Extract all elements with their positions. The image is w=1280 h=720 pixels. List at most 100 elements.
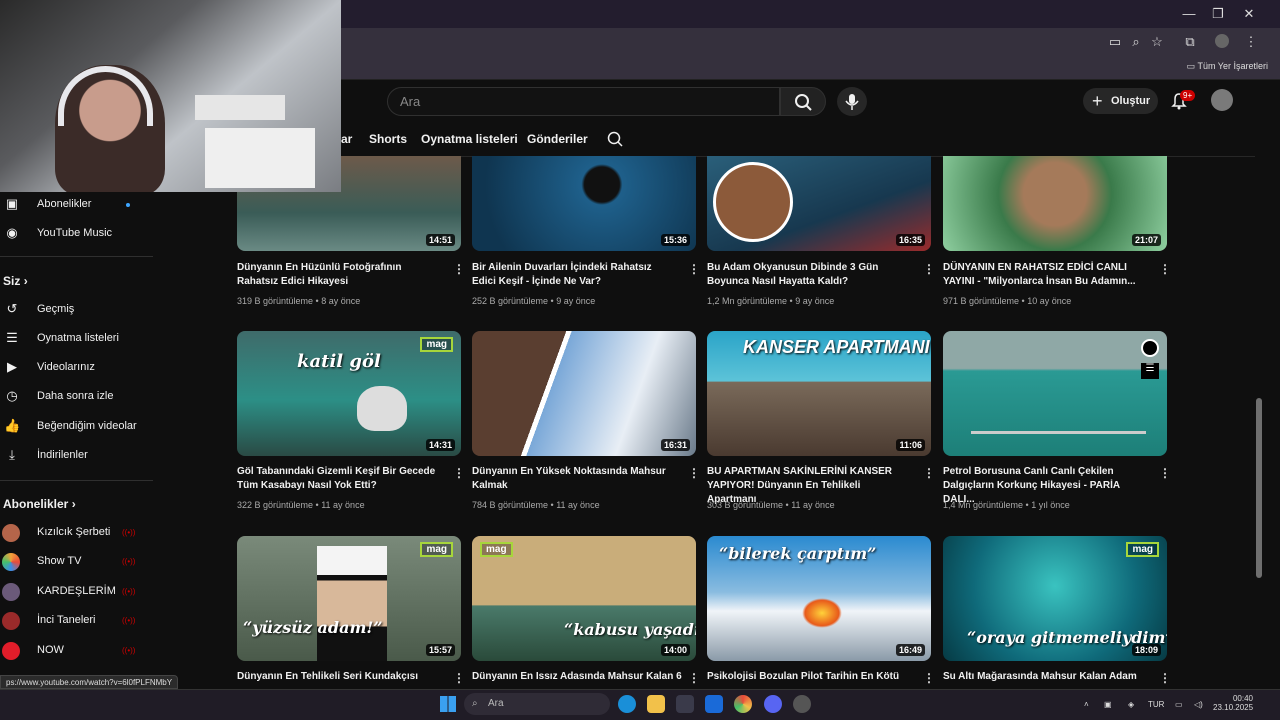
store-icon[interactable]: [676, 695, 694, 713]
video-thumbnail[interactable]: 21:07: [943, 156, 1167, 251]
more-actions-icon[interactable]: ⋮: [688, 671, 700, 685]
sidebar-item-your-videos[interactable]: ▶ Videolarınız: [0, 357, 155, 379]
taskbar-search[interactable]: ⌕ Ara: [464, 693, 610, 715]
extensions-icon[interactable]: ⧉: [1181, 34, 1199, 50]
edge-icon[interactable]: [618, 695, 636, 713]
watch-later-hover-icon[interactable]: [1141, 339, 1159, 357]
video-card[interactable]: “yüzsüz adam!” mag 15:57 Dünyanın En Teh…: [237, 536, 473, 686]
video-card[interactable]: 16:31 Dünyanın En Yüksek Noktasında Mahs…: [472, 331, 708, 521]
all-bookmarks-link[interactable]: ▭ Tüm Yer İşaretleri: [1187, 61, 1268, 72]
video-thumbnail[interactable]: 15:36: [472, 156, 696, 251]
tray-app-icon[interactable]: ◈: [1128, 700, 1134, 709]
video-thumbnail[interactable]: ☰: [943, 331, 1167, 456]
close-window-button[interactable]: ✕: [1235, 4, 1263, 24]
video-thumbnail[interactable]: “yüzsüz adam!” mag 15:57: [237, 536, 461, 661]
clock[interactable]: 00:40 23.10.2025: [1213, 694, 1253, 712]
video-title[interactable]: Psikolojisi Bozulan Pilot Tarihin En Köt…: [707, 670, 912, 684]
clock-time: 00:40: [1232, 694, 1253, 703]
create-button[interactable]: + Oluştur: [1083, 88, 1158, 114]
cast-icon[interactable]: ▭: [1106, 34, 1124, 50]
video-title[interactable]: DÜNYANIN EN RAHATSIZ EDİCİ CANLI YAYINI …: [943, 261, 1148, 289]
browser-menu-icon[interactable]: ⋮: [1242, 34, 1260, 50]
more-actions-icon[interactable]: ⋮: [923, 262, 935, 276]
video-title[interactable]: Göl Tabanındaki Gizemli Keşif Bir Gecede…: [237, 465, 442, 493]
voice-search-button[interactable]: [837, 87, 867, 116]
video-card[interactable]: “oraya gitmemeliydim” mag 18:09 Su Altı …: [943, 536, 1179, 686]
sidebar-item-liked[interactable]: 👍 Beğendiğim videolar: [0, 416, 155, 438]
video-thumbnail[interactable]: katil göl mag 14:31: [237, 331, 461, 456]
more-actions-icon[interactable]: ⋮: [453, 671, 465, 685]
outlook-icon[interactable]: [705, 695, 723, 713]
tray-chevron-icon[interactable]: ˄: [1084, 700, 1089, 709]
search-input[interactable]: Ara: [387, 87, 780, 116]
video-title[interactable]: Dünyanın En Hüzünlü Fotoğrafının Rahatsı…: [237, 261, 442, 289]
video-card[interactable]: “kabusu yaşadılar” mag 14:00 Dünyanın En…: [472, 536, 708, 686]
sidebar-item-youtube-music[interactable]: ◉ YouTube Music: [0, 223, 155, 245]
video-title[interactable]: Dünyanın En Tehlikeli Seri Kundakçısı: [237, 670, 442, 684]
file-explorer-icon[interactable]: [647, 695, 665, 713]
more-actions-icon[interactable]: ⋮: [688, 466, 700, 480]
search-button[interactable]: [780, 87, 826, 116]
more-actions-icon[interactable]: ⋮: [453, 466, 465, 480]
sidebar-item-watch-later[interactable]: ◷ Daha sonra izle: [0, 386, 155, 408]
video-thumbnail[interactable]: “kabusu yaşadılar” mag 14:00: [472, 536, 696, 661]
more-actions-icon[interactable]: ⋮: [453, 262, 465, 276]
account-avatar[interactable]: [1211, 89, 1233, 111]
profile-avatar[interactable]: [1215, 34, 1229, 48]
sidebar-sub-kizilcik-serbeti[interactable]: Kızılcık Şerbeti ((•)): [0, 522, 155, 544]
video-title[interactable]: Dünyanın En Yüksek Noktasında Mahsur Kal…: [472, 465, 677, 493]
channel-search-button[interactable]: [606, 130, 624, 148]
sidebar-sub-show-tv[interactable]: Show TV ((•)): [0, 551, 155, 573]
more-actions-icon[interactable]: ⋮: [1159, 671, 1171, 685]
tab-playlists[interactable]: Oynatma listeleri: [421, 132, 518, 146]
sidebar-sub-now[interactable]: NOW ((•)): [0, 640, 155, 662]
page-scrollbar[interactable]: [1256, 398, 1262, 578]
tab-posts[interactable]: Gönderiler: [527, 132, 588, 146]
sidebar-sub-inci-taneleri[interactable]: İnci Taneleri ((•)): [0, 610, 155, 632]
tab-home[interactable]: ar: [341, 132, 352, 146]
sidebar-item-playlists[interactable]: ☰ Oynatma listeleri: [0, 328, 155, 350]
video-title[interactable]: Bu Adam Okyanusun Dibinde 3 Gün Boyunca …: [707, 261, 912, 289]
video-card[interactable]: “bilerek çarptım” 16:49 Psikolojisi Bozu…: [707, 536, 943, 686]
input-language[interactable]: TUR: [1148, 700, 1164, 709]
video-thumbnail[interactable]: KANSER APARTMANI 11:06: [707, 331, 931, 456]
duration-badge: 11:06: [896, 439, 925, 451]
sidebar-subscriptions-header[interactable]: Abonelikler ›: [3, 497, 76, 511]
start-button[interactable]: [440, 696, 456, 712]
video-card[interactable]: 16:35 Bu Adam Okyanusun Dibinde 3 Gün Bo…: [707, 156, 943, 346]
sidebar-sub-kardeslerim[interactable]: KARDEŞLERİM ((•)): [0, 581, 155, 603]
video-card[interactable]: KANSER APARTMANI 11:06 BU APARTMAN SAKİN…: [707, 331, 943, 521]
discord-icon[interactable]: [764, 695, 782, 713]
video-thumbnail[interactable]: 16:35: [707, 156, 931, 251]
video-thumbnail[interactable]: “bilerek çarptım” 16:49: [707, 536, 931, 661]
video-card[interactable]: katil göl mag 14:31 Göl Tabanındaki Gize…: [237, 331, 473, 521]
video-title[interactable]: Dünyanın En Issız Adasında Mahsur Kalan …: [472, 670, 682, 684]
sidebar-item-subscriptions[interactable]: ▣ Abonelikler: [0, 194, 155, 216]
bookmark-star-icon[interactable]: ☆: [1148, 34, 1166, 50]
sidebar-item-downloads[interactable]: ⤓ İndirilenler: [0, 445, 155, 467]
chrome-icon[interactable]: [734, 695, 752, 713]
add-to-queue-icon[interactable]: ☰: [1141, 363, 1159, 379]
tray-app-icon[interactable]: ▣: [1104, 700, 1112, 709]
more-actions-icon[interactable]: ⋮: [923, 466, 935, 480]
sidebar-item-history[interactable]: ↺ Geçmiş: [0, 299, 155, 321]
video-card[interactable]: 21:07 DÜNYANIN EN RAHATSIZ EDİCİ CANLI Y…: [943, 156, 1179, 346]
video-title[interactable]: Bir Ailenin Duvarları İçindeki Rahatsız …: [472, 261, 677, 289]
more-actions-icon[interactable]: ⋮: [1159, 262, 1171, 276]
tab-shorts[interactable]: Shorts: [369, 132, 407, 146]
maximize-button[interactable]: ❐: [1204, 4, 1232, 24]
minimize-button[interactable]: —: [1175, 4, 1203, 24]
video-card[interactable]: ☰ Petrol Borusuna Canlı Canlı Çekilen Da…: [943, 331, 1179, 521]
volume-icon[interactable]: ◁): [1194, 700, 1203, 709]
video-title[interactable]: Su Altı Mağarasında Mahsur Kalan Adam: [943, 670, 1148, 684]
sidebar-you-header[interactable]: Siz ›: [3, 274, 28, 288]
video-thumbnail[interactable]: 16:31: [472, 331, 696, 456]
more-actions-icon[interactable]: ⋮: [1159, 466, 1171, 480]
more-actions-icon[interactable]: ⋮: [688, 262, 700, 276]
app-icon[interactable]: [793, 695, 811, 713]
more-actions-icon[interactable]: ⋮: [923, 671, 935, 685]
video-card[interactable]: 15:36 Bir Ailenin Duvarları İçindeki Rah…: [472, 156, 708, 346]
video-thumbnail[interactable]: “oraya gitmemeliydim” mag 18:09: [943, 536, 1167, 661]
network-icon[interactable]: ▭: [1175, 700, 1183, 709]
zoom-icon[interactable]: ⌕: [1127, 34, 1145, 50]
